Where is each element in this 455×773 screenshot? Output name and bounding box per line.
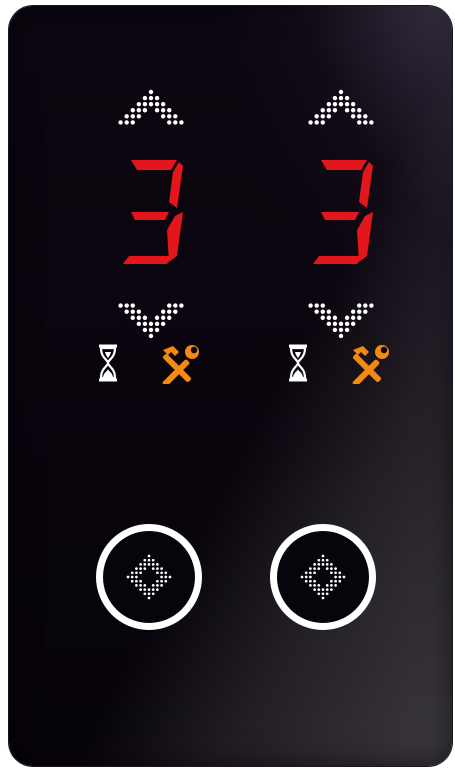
hammer-wrench-icon — [162, 345, 199, 384]
up-arrow-icon — [308, 89, 374, 125]
diamond-icon — [126, 554, 172, 600]
down-arrow-icon — [118, 303, 184, 339]
digit-segment-c — [357, 212, 373, 262]
floor-digit-display: 3 — [123, 160, 183, 264]
status-icons — [287, 342, 407, 384]
floor-digit-display: 3 — [313, 160, 373, 264]
call-button-left[interactable] — [96, 524, 202, 630]
indicator-column-left: 3 — [9, 6, 229, 766]
digit-segment-a — [321, 160, 367, 170]
elevator-panel: 3 3 — [9, 6, 452, 766]
digit-segment-a — [131, 160, 177, 170]
diamond-icon — [300, 554, 346, 600]
digit-segment-g — [131, 212, 169, 220]
hourglass-icon — [99, 344, 117, 382]
up-arrow-icon — [118, 89, 184, 125]
call-button-right[interactable] — [270, 524, 376, 630]
hourglass-icon — [289, 344, 307, 382]
down-arrow-icon — [308, 303, 374, 339]
digit-segment-d — [313, 256, 363, 264]
indicator-column-right: 3 — [199, 6, 419, 766]
digit-segment-c — [167, 212, 183, 262]
digit-segment-g — [321, 212, 359, 220]
digit-segment-d — [123, 256, 173, 264]
hammer-wrench-icon — [352, 345, 389, 384]
